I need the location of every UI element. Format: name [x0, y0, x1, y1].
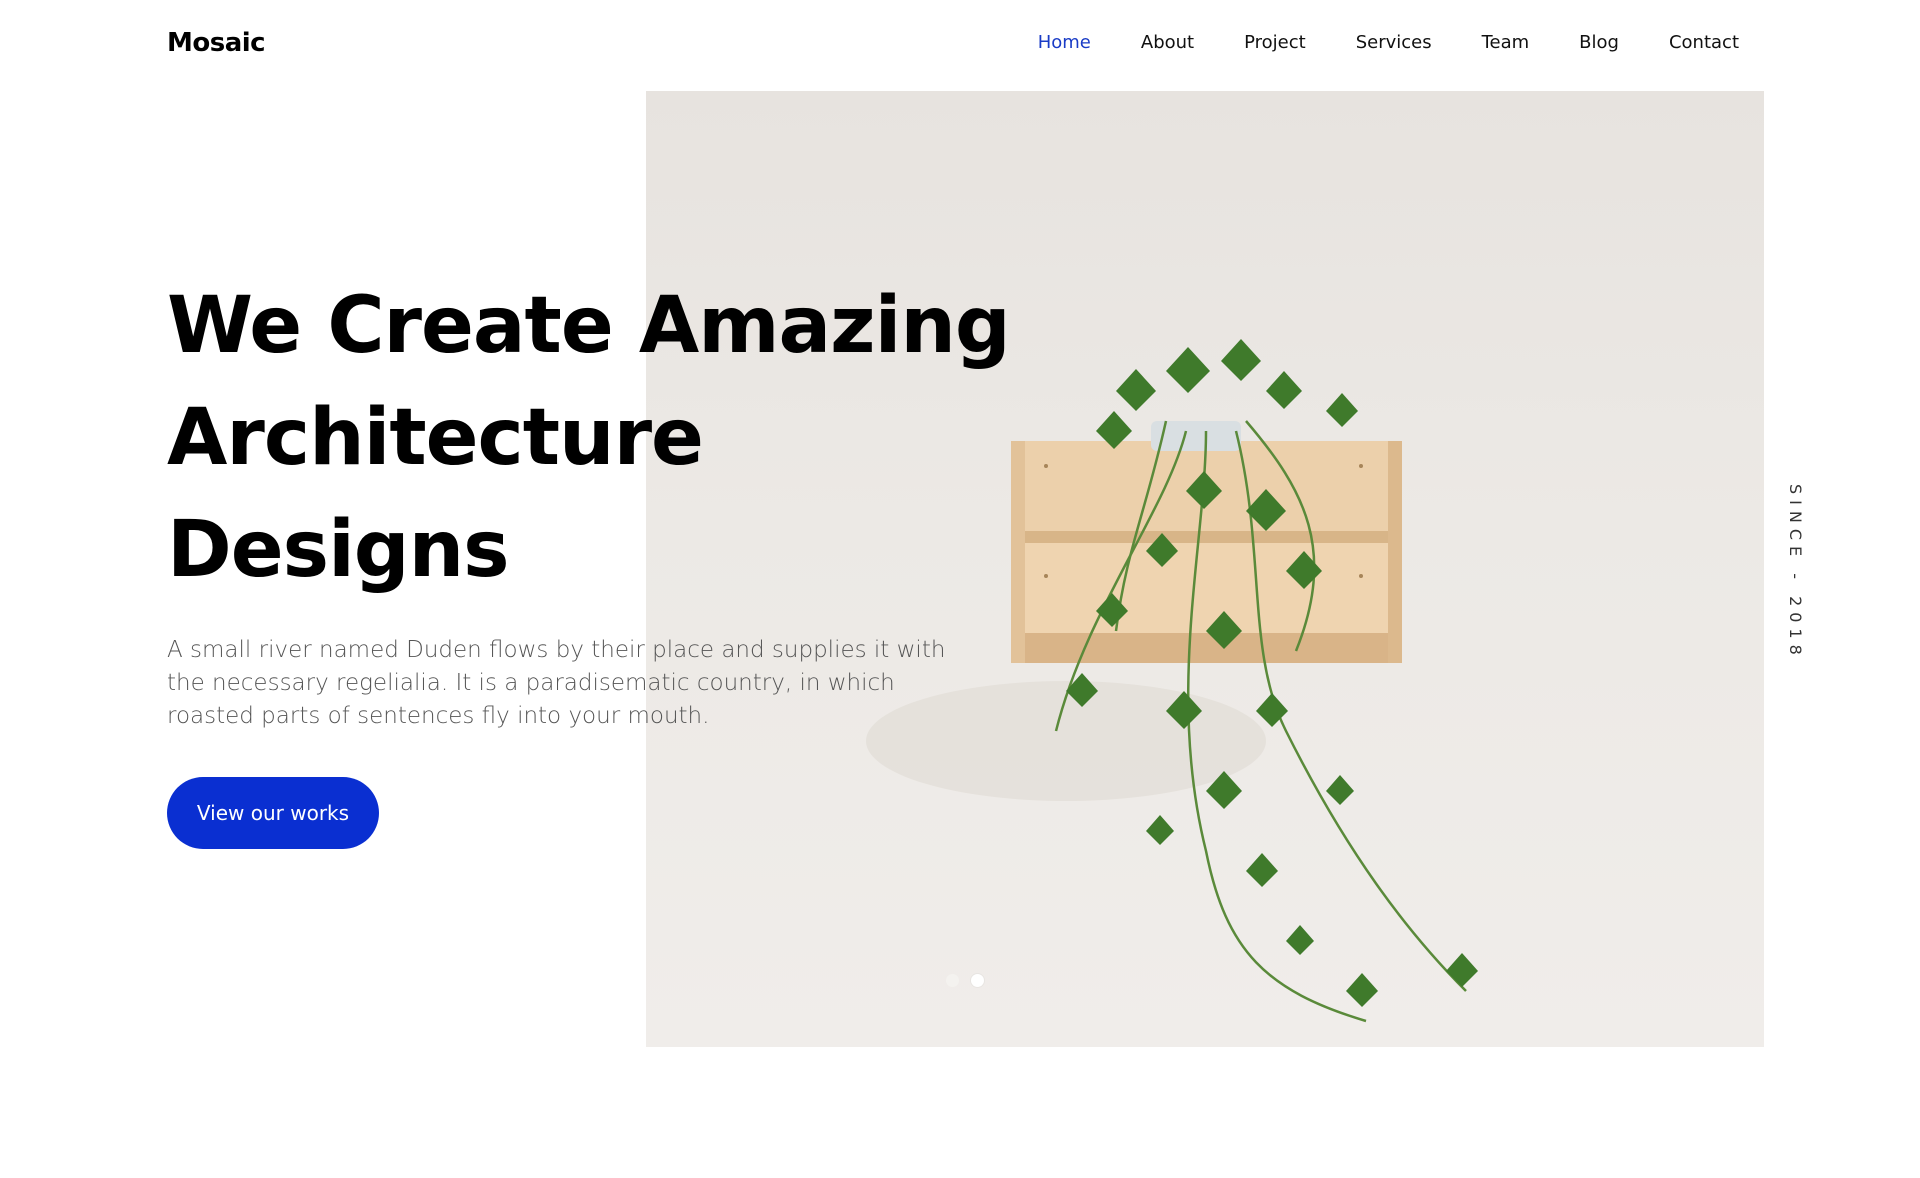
view-our-works-button[interactable]: View our works [167, 777, 379, 849]
hero-title: We Create Amazing Architecture Designs [167, 270, 1067, 606]
ivy-leaves [1066, 339, 1478, 1007]
nav-services[interactable]: Services [1356, 32, 1432, 53]
nav-about[interactable]: About [1141, 32, 1194, 53]
nav-blog[interactable]: Blog [1579, 32, 1619, 53]
brand-logo[interactable]: Mosaic [167, 28, 266, 58]
nav-home[interactable]: Home [1038, 32, 1091, 53]
nav-contact[interactable]: Contact [1669, 32, 1739, 53]
main-nav: Home About Project Services Team Blog Co… [988, 32, 1739, 53]
nav-project[interactable]: Project [1244, 32, 1306, 53]
page: Mosaic Home About Project Services Team … [0, 0, 1920, 1178]
slider-dot-1[interactable] [946, 974, 959, 987]
hero-title-line-2: Architecture [167, 393, 704, 483]
nav-team[interactable]: Team [1482, 32, 1530, 53]
slider-dot-2[interactable] [971, 974, 984, 987]
hero-title-line-3: Designs [167, 505, 510, 595]
slider-dots [946, 974, 984, 987]
hero-description: A small river named Duden flows by their… [167, 637, 946, 729]
since-label: SINCE - 2018 [1786, 484, 1805, 661]
hero-title-line-1: We Create Amazing [167, 281, 1011, 371]
